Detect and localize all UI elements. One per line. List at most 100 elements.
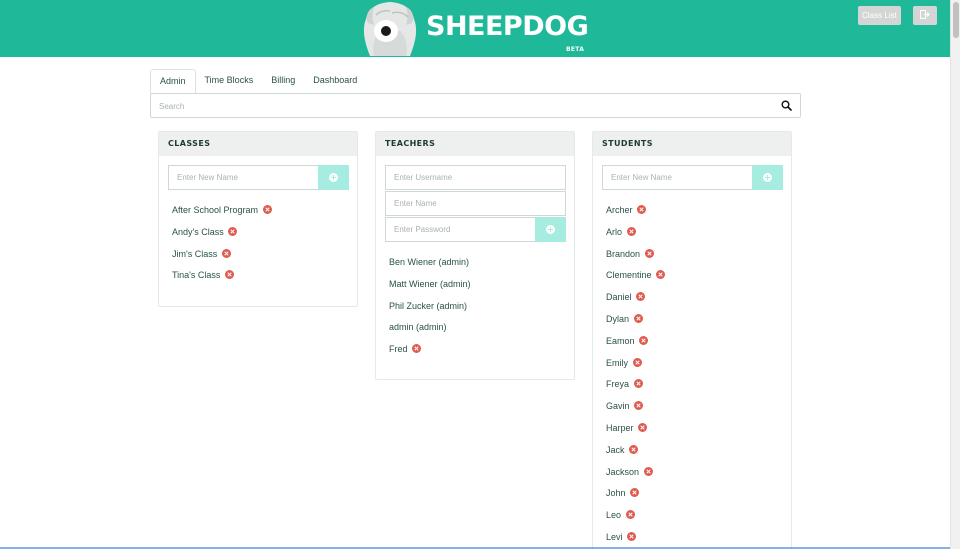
teacher-name[interactable]: Matt Wiener (admin) [389, 279, 471, 289]
new-class-row [168, 165, 349, 190]
teacher-name[interactable]: Phil Zucker (admin) [389, 301, 467, 311]
page-scrollbar[interactable] [950, 0, 960, 549]
student-list-item: Brandon [606, 248, 665, 270]
remove-icon[interactable] [633, 379, 643, 389]
new-class-field [168, 165, 319, 190]
teacher-list-item: admin (admin) [389, 321, 471, 343]
student-list-item: Gavin [606, 400, 665, 422]
student-name[interactable]: Arlo [606, 227, 622, 237]
teacher-password-input[interactable] [386, 218, 535, 241]
tab-admin[interactable]: Admin [150, 69, 196, 93]
student-name[interactable]: Eamon [606, 336, 635, 346]
search-input[interactable] [159, 100, 759, 112]
classes-list: After School Program Andy's Class Jim's … [172, 204, 272, 291]
logout-button[interactable] [913, 6, 937, 25]
tab-billing[interactable]: Billing [262, 69, 304, 93]
teacher-password-row [385, 217, 566, 242]
remove-icon[interactable] [627, 531, 637, 541]
new-student-row [602, 165, 783, 190]
remove-icon[interactable] [228, 226, 238, 236]
plus-icon [329, 173, 338, 182]
teacher-name[interactable]: Fred [389, 344, 408, 354]
add-teacher-button[interactable] [535, 217, 566, 242]
student-name[interactable]: Jack [606, 445, 625, 455]
plus-icon [763, 173, 772, 182]
student-name[interactable]: Levi [606, 532, 623, 542]
search-icon[interactable] [781, 100, 792, 111]
classes-title: CLASSES [159, 132, 357, 156]
student-name[interactable]: Daniel [606, 292, 632, 302]
teachers-title: TEACHERS [376, 132, 574, 156]
class-name[interactable]: Jim's Class [172, 249, 217, 259]
teacher-name[interactable]: admin (admin) [389, 322, 447, 332]
class-list-item: Andy's Class [172, 226, 272, 248]
remove-icon[interactable] [632, 357, 642, 367]
teacher-list-item: Fred [389, 343, 471, 365]
teacher-username-field [385, 165, 566, 190]
students-panel: STUDENTS Archer Arlo Brandon Clementine … [592, 131, 792, 549]
class-list-item: Tina's Class [172, 269, 272, 291]
student-list-item: John [606, 487, 665, 509]
remove-icon[interactable] [629, 444, 639, 454]
teacher-name-input[interactable] [386, 192, 565, 215]
class-name[interactable]: After School Program [172, 205, 258, 215]
teachers-panel: TEACHERS Ben Wiener (admin) Matt Wiener (… [375, 131, 575, 380]
plus-icon [546, 225, 555, 234]
remove-icon[interactable] [636, 292, 646, 302]
remove-icon[interactable] [221, 248, 231, 258]
teacher-name[interactable]: Ben Wiener (admin) [389, 257, 469, 267]
remove-icon[interactable] [638, 422, 648, 432]
teacher-username-input[interactable] [386, 166, 565, 189]
remove-icon[interactable] [644, 248, 654, 258]
student-name[interactable]: Jackson [606, 467, 639, 477]
class-name[interactable]: Tina's Class [172, 270, 220, 280]
student-name[interactable]: Emily [606, 358, 628, 368]
new-student-field [602, 165, 753, 190]
new-student-input[interactable] [603, 166, 752, 189]
student-name[interactable]: Archer [606, 205, 633, 215]
student-name[interactable]: Gavin [606, 401, 630, 411]
remove-icon[interactable] [224, 270, 234, 280]
remove-icon[interactable] [262, 205, 272, 214]
remove-icon[interactable] [656, 270, 666, 280]
tab-time-blocks[interactable]: Time Blocks [196, 69, 263, 93]
logo[interactable]: SHEEPDOG BETA [360, 0, 600, 57]
remove-icon[interactable] [630, 488, 640, 498]
remove-icon[interactable] [634, 401, 644, 411]
remove-icon[interactable] [625, 510, 635, 520]
sheepdog-mascot-icon [363, 2, 417, 56]
class-list-item: After School Program [172, 204, 272, 226]
class-list-button[interactable]: Class List [858, 6, 901, 25]
remove-icon[interactable] [626, 226, 636, 236]
remove-icon[interactable] [412, 344, 422, 354]
nav-tabs: Admin Time Blocks Billing Dashboard [150, 69, 366, 93]
student-list-item: Emily [606, 357, 665, 379]
add-student-button[interactable] [752, 165, 783, 190]
student-list-item: Daniel [606, 291, 665, 313]
beta-badge: BETA [566, 46, 585, 53]
student-name[interactable]: Brandon [606, 249, 640, 259]
teacher-list-item: Ben Wiener (admin) [389, 256, 471, 278]
student-list-item: Archer [606, 204, 665, 226]
class-list-item: Jim's Class [172, 248, 272, 270]
student-name[interactable]: Freya [606, 379, 629, 389]
class-name[interactable]: Andy's Class [172, 227, 224, 237]
student-name[interactable]: John [606, 488, 626, 498]
student-name[interactable]: Harper [606, 423, 634, 433]
remove-icon[interactable] [637, 205, 647, 214]
remove-icon[interactable] [633, 313, 643, 323]
remove-icon[interactable] [643, 466, 653, 476]
brand-name: SHEEPDOG [426, 11, 589, 42]
student-name[interactable]: Dylan [606, 314, 629, 324]
student-name[interactable]: Clementine [606, 270, 652, 280]
student-list-item: Harper [606, 422, 665, 444]
scrollbar-thumb[interactable] [953, 2, 959, 38]
add-class-button[interactable] [318, 165, 349, 190]
student-name[interactable]: Leo [606, 510, 621, 520]
tab-dashboard[interactable]: Dashboard [304, 69, 366, 93]
teacher-password-field [385, 217, 536, 242]
remove-icon[interactable] [639, 335, 649, 345]
student-list-item: Clementine [606, 269, 666, 291]
student-list-item: Arlo [606, 226, 665, 248]
new-class-input[interactable] [169, 166, 318, 189]
